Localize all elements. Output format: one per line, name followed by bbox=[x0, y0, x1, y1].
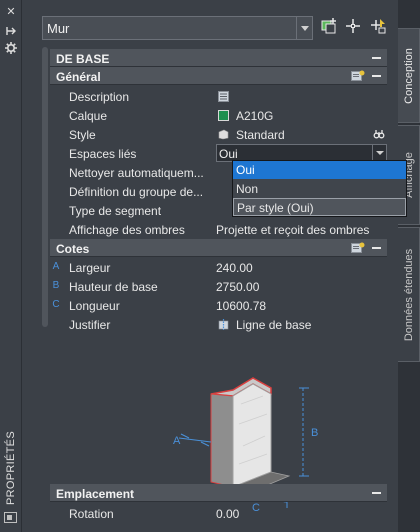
quick-select-icon[interactable] bbox=[369, 17, 387, 35]
property-value: Projette et reçoit des ombres bbox=[216, 223, 370, 237]
property-label: Type de segment bbox=[69, 204, 162, 218]
section-title: Cotes bbox=[56, 242, 90, 256]
property-label: Affichage des ombres bbox=[69, 223, 185, 237]
property-label: Définition du groupe de... bbox=[69, 185, 204, 199]
object-type-combo[interactable]: Mur bbox=[42, 16, 313, 40]
property-label: Nettoyer automatiquem... bbox=[69, 166, 204, 180]
dropdown-option[interactable]: Par style (Oui) bbox=[233, 198, 406, 216]
property-longueur[interactable]: C Longueur 10600.78 bbox=[50, 296, 387, 315]
property-label: Description bbox=[69, 90, 130, 104]
property-value: A210G bbox=[236, 109, 274, 123]
palette-settings-icon[interactable] bbox=[4, 41, 18, 55]
property-calque[interactable]: Calque A210G bbox=[50, 106, 387, 125]
dropdown-option[interactable]: Non bbox=[233, 180, 406, 198]
quick-properties-icon[interactable] bbox=[351, 70, 365, 82]
description-editor-icon[interactable] bbox=[218, 91, 229, 102]
property-label: Hauteur de base bbox=[69, 280, 158, 294]
section-title: DE BASE bbox=[56, 52, 110, 66]
collapse-icon[interactable] bbox=[372, 492, 381, 494]
property-label: Justifier bbox=[69, 318, 111, 332]
property-label: Style bbox=[69, 128, 96, 142]
property-value: 2750.00 bbox=[216, 280, 260, 294]
property-label: Rotation bbox=[69, 507, 114, 521]
tab-donnees-etendues[interactable]: Données étendues bbox=[398, 227, 420, 362]
palette-tabs: Conception Affichage Données étendues bbox=[398, 0, 420, 532]
property-label: Espaces liés bbox=[69, 147, 137, 161]
collapse-icon[interactable] bbox=[372, 57, 381, 59]
dimension-letter: C bbox=[52, 299, 60, 310]
object-type-value: Mur bbox=[47, 21, 70, 36]
properties-palette: Mur DE BASE Général Description Calque A… bbox=[23, 0, 407, 532]
section-title: Général bbox=[56, 70, 101, 84]
collapse-icon[interactable] bbox=[372, 75, 381, 77]
section-cotes[interactable]: Cotes bbox=[50, 239, 387, 257]
wall-style-icon bbox=[218, 129, 229, 140]
property-label: Longueur bbox=[69, 299, 120, 313]
auto-hide-icon[interactable] bbox=[4, 24, 18, 38]
section-de-base[interactable]: DE BASE bbox=[50, 49, 387, 67]
section-title: Emplacement bbox=[56, 487, 135, 501]
layer-color-swatch bbox=[218, 110, 229, 121]
espaces-lies-dropdown-list: Oui Non Par style (Oui) bbox=[232, 160, 407, 217]
property-hauteur-base[interactable]: B Hauteur de base 2750.00 bbox=[50, 277, 387, 296]
chevron-down-icon[interactable] bbox=[372, 145, 386, 161]
property-value: Standard bbox=[236, 128, 285, 142]
dimension-letter: A bbox=[52, 261, 60, 272]
palette-title-strip: ✕ PROPRIÉTÉS bbox=[0, 0, 22, 532]
select-objects-icon[interactable] bbox=[344, 17, 362, 35]
palette-title: PROPRIÉTÉS bbox=[5, 430, 17, 505]
diagram-label-b: B bbox=[311, 427, 318, 439]
property-value: 240.00 bbox=[216, 261, 253, 275]
diagram-label-a: A bbox=[173, 435, 181, 447]
scrollbar[interactable] bbox=[42, 47, 48, 327]
property-affichage-ombres[interactable]: Affichage des ombres Projette et reçoit … bbox=[50, 220, 387, 239]
property-value: Ligne de base bbox=[236, 318, 312, 332]
property-value: 10600.78 bbox=[216, 299, 267, 313]
quick-properties-icon[interactable] bbox=[351, 242, 365, 254]
tab-conception[interactable]: Conception bbox=[398, 28, 420, 123]
palette-toolbar: Mur bbox=[23, 0, 398, 42]
property-description[interactable]: Description bbox=[50, 87, 387, 106]
dropdown-option[interactable]: Oui bbox=[233, 161, 406, 179]
chevron-down-icon[interactable] bbox=[296, 17, 312, 39]
section-emplacement[interactable]: Emplacement bbox=[50, 484, 387, 502]
property-rotation[interactable]: Rotation 0.00 bbox=[50, 504, 387, 523]
style-browser-icon[interactable] bbox=[373, 128, 385, 140]
add-selection-icon[interactable] bbox=[320, 17, 338, 35]
property-style[interactable]: Style Standard bbox=[50, 125, 387, 144]
property-label: Calque bbox=[69, 109, 108, 123]
close-icon[interactable]: ✕ bbox=[4, 5, 18, 19]
select-value: Oui bbox=[219, 147, 238, 161]
property-justifier[interactable]: Justifier Ligne de base bbox=[50, 315, 387, 334]
collapse-icon[interactable] bbox=[372, 247, 381, 249]
properties-content: DE BASE Général Description Calque A210G… bbox=[42, 47, 387, 527]
property-largeur[interactable]: A Largeur 240.00 bbox=[50, 258, 387, 277]
section-general[interactable]: Général bbox=[50, 67, 387, 85]
dimension-letter: B bbox=[52, 280, 60, 291]
palette-menu-icon[interactable] bbox=[4, 512, 17, 523]
property-label: Largeur bbox=[69, 261, 111, 275]
justify-icon bbox=[218, 319, 229, 330]
property-value: 0.00 bbox=[216, 507, 240, 521]
